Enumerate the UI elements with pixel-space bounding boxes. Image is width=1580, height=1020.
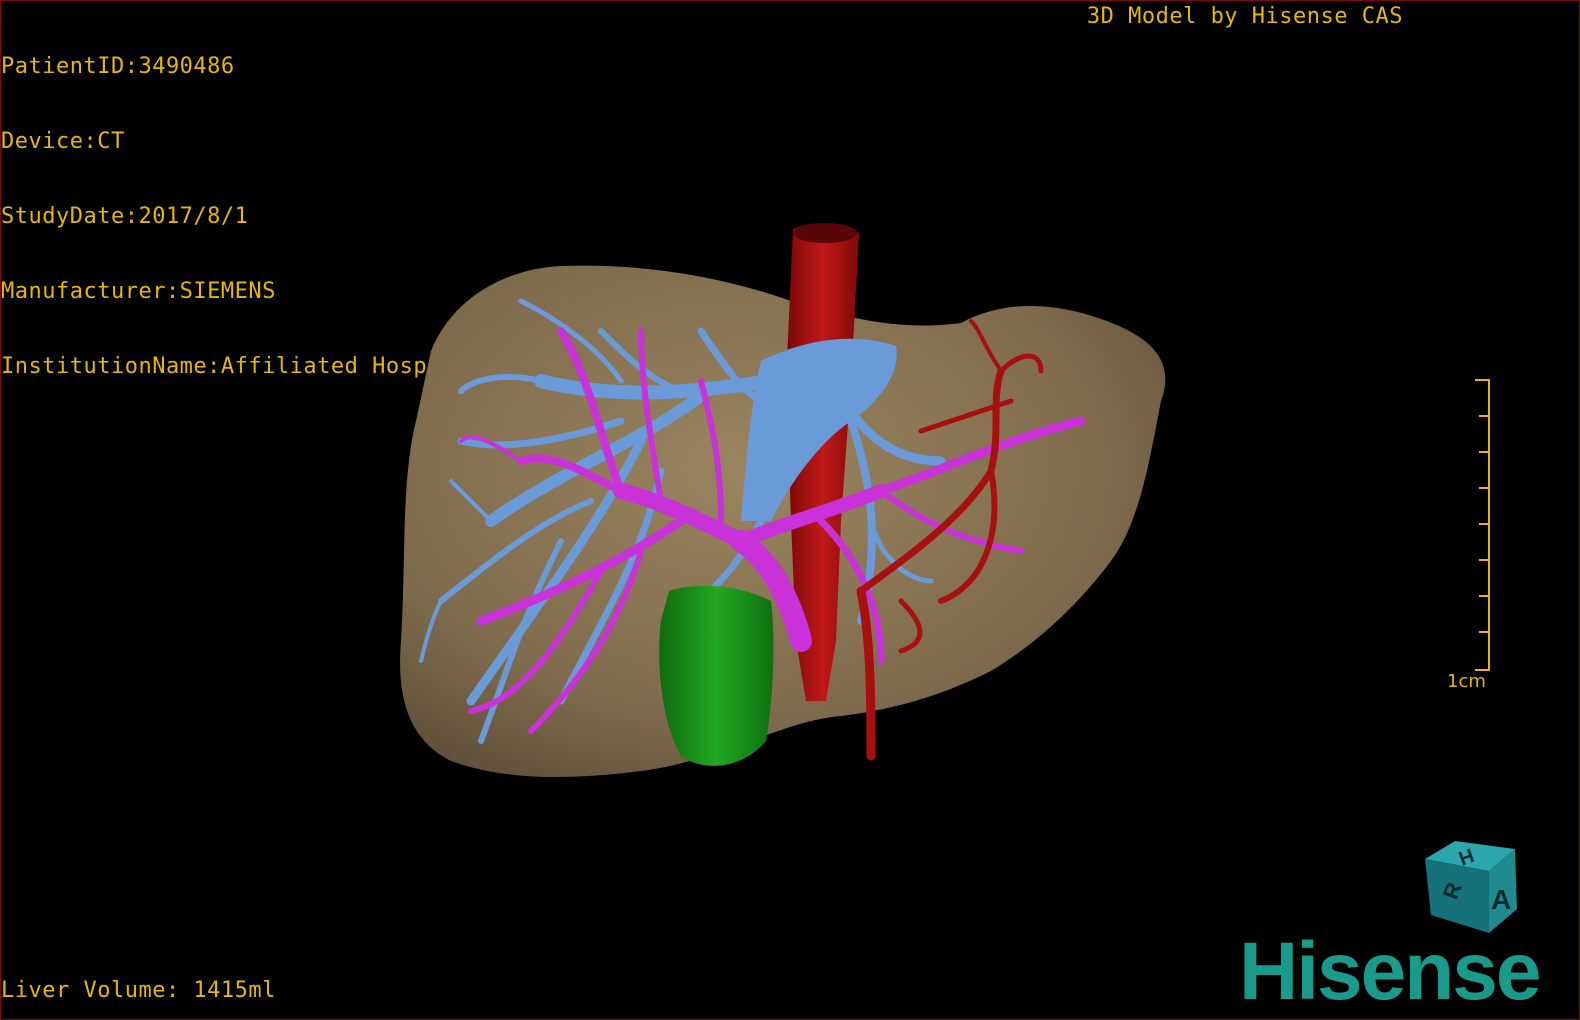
gallbladder: [659, 585, 774, 766]
hisense-logo: Hisense: [1239, 926, 1542, 1017]
3d-viewport[interactable]: PatientID:3490486 Device:CT StudyDate:20…: [0, 0, 1580, 1020]
cube-front-label: A: [1491, 884, 1511, 915]
scale-label: 1cm: [1447, 671, 1486, 692]
liver-volume-text: Liver Volume: 1415ml: [1, 978, 276, 1003]
scale-bar: [1475, 379, 1490, 671]
aorta-top: [793, 223, 857, 243]
orientation-cube[interactable]: H R A: [1419, 837, 1523, 937]
liver-3d-model[interactable]: [1, 1, 1579, 1019]
